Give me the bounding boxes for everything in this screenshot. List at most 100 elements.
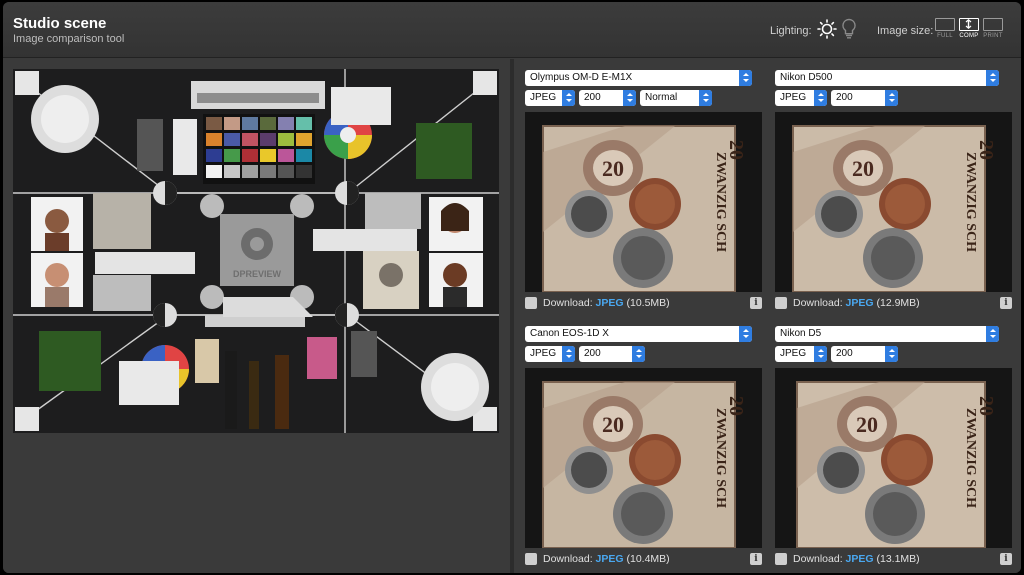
camera-select-value: Nikon D5 bbox=[780, 328, 822, 339]
chevron-updown-icon bbox=[885, 346, 898, 362]
format-select-value: JPEG bbox=[780, 92, 807, 103]
iso-select-value: 200 bbox=[584, 92, 601, 103]
banknote-number: 20 bbox=[602, 412, 624, 437]
comparison-cell-1: Olympus OM-D E-M1X JPEG 200 Normal 20 ZW… bbox=[525, 70, 762, 310]
bulb-icon[interactable] bbox=[841, 18, 857, 40]
download-text: Download: JPEG (10.4MB) bbox=[543, 552, 670, 566]
download-size: (13.1MB) bbox=[876, 553, 920, 565]
download-label: Download: bbox=[543, 553, 593, 565]
download-size: (10.4MB) bbox=[626, 553, 670, 565]
banknote-number: 20 bbox=[856, 412, 878, 437]
size-print-label: PRINT bbox=[983, 33, 1003, 39]
iso-select[interactable]: 200 bbox=[579, 90, 636, 106]
iso-select-value: 200 bbox=[836, 348, 853, 359]
camera-select[interactable]: Canon EOS-1D X bbox=[525, 326, 752, 342]
size-comp-button[interactable]: COMP bbox=[958, 18, 980, 44]
download-row: Download: JPEG (13.1MB) i bbox=[775, 552, 1012, 566]
camera-select[interactable]: Olympus OM-D E-M1X bbox=[525, 70, 752, 86]
scene-panel: DPREVIEW bbox=[3, 59, 510, 573]
download-row: Download: JPEG (10.4MB) i bbox=[525, 552, 762, 566]
download-icon[interactable] bbox=[525, 553, 537, 565]
chevron-updown-icon bbox=[739, 70, 752, 86]
banknote-number: 20 bbox=[852, 156, 874, 181]
format-select[interactable]: JPEG bbox=[525, 90, 575, 106]
download-size: (12.9MB) bbox=[876, 297, 920, 309]
download-icon[interactable] bbox=[775, 553, 787, 565]
scene-illustration: DPREVIEW bbox=[13, 69, 499, 433]
format-select[interactable]: JPEG bbox=[525, 346, 575, 362]
banknote-coins-crop: 20 ZWANZIG SCH 20 bbox=[525, 112, 762, 292]
banknote-text: ZWANZIG SCH bbox=[713, 152, 728, 252]
info-icon[interactable]: i bbox=[1000, 297, 1012, 309]
crop-image[interactable]: 20 ZWANZIG SCH 20 bbox=[775, 368, 1012, 548]
mode-select[interactable]: Normal bbox=[640, 90, 712, 106]
download-label: Download: bbox=[793, 553, 843, 565]
chevron-updown-icon bbox=[814, 346, 827, 362]
chevron-updown-icon bbox=[562, 90, 575, 106]
size-full-button[interactable]: FULL bbox=[934, 18, 956, 44]
banknote-number-corner: 20 bbox=[725, 140, 747, 160]
banknote-number-corner: 20 bbox=[975, 396, 997, 416]
size-full-label: FULL bbox=[937, 33, 953, 39]
print-size-icon bbox=[983, 18, 1003, 31]
banknote-text: ZWANZIG SCH bbox=[963, 152, 978, 252]
download-icon[interactable] bbox=[775, 297, 787, 309]
comparison-cell-4: Nikon D5 JPEG 200 20 ZWANZIG SCH 20 Down… bbox=[775, 326, 1012, 566]
full-size-icon bbox=[935, 18, 955, 31]
format-select-value: JPEG bbox=[780, 348, 807, 359]
download-text: Download: JPEG (13.1MB) bbox=[793, 552, 920, 566]
banknote-number: 20 bbox=[602, 156, 624, 181]
info-icon[interactable]: i bbox=[1000, 553, 1012, 565]
chevron-updown-icon bbox=[739, 326, 752, 342]
download-row: Download: JPEG (10.5MB) i bbox=[525, 296, 762, 310]
download-icon[interactable] bbox=[525, 297, 537, 309]
chevron-updown-icon bbox=[986, 70, 999, 86]
iso-select[interactable]: 200 bbox=[831, 346, 898, 362]
download-label: Download: bbox=[543, 297, 593, 309]
crop-image[interactable]: 20 ZWANZIG SCH 20 bbox=[525, 368, 762, 548]
banknote-text: ZWANZIG SCH bbox=[963, 408, 978, 508]
chevron-updown-icon bbox=[562, 346, 575, 362]
camera-select[interactable]: Nikon D5 bbox=[775, 326, 999, 342]
mode-select-value: Normal bbox=[645, 92, 678, 103]
sun-icon[interactable] bbox=[817, 19, 837, 39]
iso-select-value: 200 bbox=[584, 348, 601, 359]
size-comp-label: COMP bbox=[959, 33, 979, 39]
download-text: Download: JPEG (12.9MB) bbox=[793, 296, 920, 310]
crop-image[interactable]: 20 ZWANZIG SCH 20 bbox=[775, 112, 1012, 292]
page-subtitle: Image comparison tool bbox=[13, 33, 125, 45]
banknote-number-corner: 20 bbox=[975, 140, 997, 160]
download-format-link[interactable]: JPEG bbox=[846, 553, 874, 565]
size-print-button[interactable]: PRINT bbox=[982, 18, 1004, 44]
download-format-link[interactable]: JPEG bbox=[846, 297, 874, 309]
download-format-link[interactable]: JPEG bbox=[596, 553, 624, 565]
download-label: Download: bbox=[793, 297, 843, 309]
format-select-value: JPEG bbox=[530, 92, 557, 103]
app-window: Studio scene Image comparison tool Light… bbox=[3, 2, 1021, 573]
info-icon[interactable]: i bbox=[750, 553, 762, 565]
banknote-coins-crop: 20 ZWANZIG SCH 20 bbox=[775, 112, 1012, 292]
chevron-updown-icon bbox=[885, 90, 898, 106]
format-select-value: JPEG bbox=[530, 348, 557, 359]
page-title: Studio scene bbox=[13, 15, 107, 32]
crop-image[interactable]: 20 ZWANZIG SCH 20 bbox=[525, 112, 762, 292]
banknote-number-corner: 20 bbox=[725, 396, 747, 416]
download-text: Download: JPEG (10.5MB) bbox=[543, 296, 670, 310]
camera-select[interactable]: Nikon D500 bbox=[775, 70, 999, 86]
chevron-updown-icon bbox=[632, 346, 645, 362]
chevron-updown-icon bbox=[699, 90, 712, 106]
iso-select-value: 200 bbox=[836, 92, 853, 103]
comp-size-icon bbox=[959, 18, 979, 31]
camera-select-value: Olympus OM-D E-M1X bbox=[530, 72, 633, 83]
format-select[interactable]: JPEG bbox=[775, 346, 827, 362]
download-format-link[interactable]: JPEG bbox=[596, 297, 624, 309]
info-icon[interactable]: i bbox=[750, 297, 762, 309]
camera-select-value: Canon EOS-1D X bbox=[530, 328, 609, 339]
studio-scene-image[interactable]: DPREVIEW bbox=[13, 69, 499, 433]
comparison-panel: Olympus OM-D E-M1X JPEG 200 Normal 20 ZW… bbox=[514, 59, 1021, 573]
banknote-coins-crop: 20 ZWANZIG SCH 20 bbox=[775, 368, 1012, 548]
format-select[interactable]: JPEG bbox=[775, 90, 827, 106]
chevron-updown-icon bbox=[814, 90, 827, 106]
iso-select[interactable]: 200 bbox=[579, 346, 645, 362]
iso-select[interactable]: 200 bbox=[831, 90, 898, 106]
